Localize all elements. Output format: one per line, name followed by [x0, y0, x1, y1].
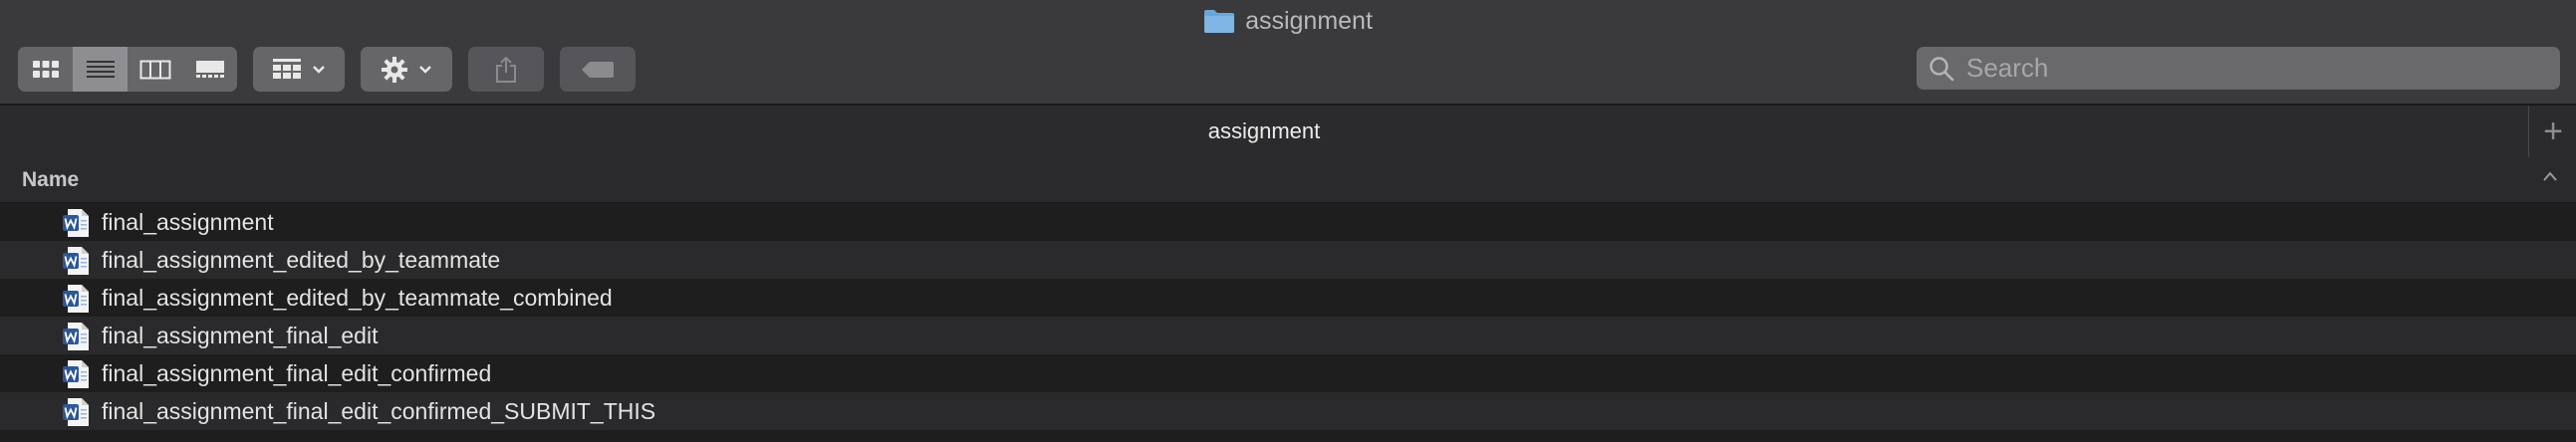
- column-view-icon: [139, 60, 170, 79]
- window-title: assignment: [0, 4, 2576, 38]
- group-by-button[interactable]: [253, 47, 345, 92]
- action-button[interactable]: [361, 47, 452, 92]
- word-document-icon: [63, 398, 89, 426]
- file-name: final_assignment: [102, 208, 274, 235]
- tab-current-folder[interactable]: assignment: [0, 106, 2528, 157]
- column-view-button[interactable]: [128, 47, 182, 92]
- view-mode-segmented-control: [18, 47, 237, 92]
- search-icon: [1930, 56, 1954, 81]
- file-row[interactable]: final_assignment: [0, 203, 2576, 241]
- list-view-icon: [86, 60, 115, 78]
- list-empty-area: [0, 430, 2576, 442]
- gallery-view-icon: [195, 60, 224, 78]
- icon-view-icon: [32, 60, 59, 78]
- list-view-button[interactable]: [73, 47, 128, 92]
- group-by-icon: [273, 58, 301, 79]
- word-document-icon: [63, 323, 89, 350]
- window-title-text: assignment: [1245, 6, 1373, 35]
- icon-view-button[interactable]: [18, 47, 73, 92]
- search-field[interactable]: [1917, 47, 2560, 90]
- word-document-icon: [63, 209, 89, 237]
- file-list: final_assignment final_assignment_edited…: [0, 203, 2576, 430]
- word-document-icon: [63, 360, 89, 388]
- tag-button[interactable]: [560, 47, 636, 92]
- share-button[interactable]: [468, 47, 544, 92]
- chevron-down-icon: [313, 65, 325, 74]
- file-row[interactable]: final_assignment_edited_by_teammate: [0, 241, 2576, 279]
- file-row[interactable]: final_assignment_final_edit_confirmed: [0, 354, 2576, 392]
- tag-icon: [582, 61, 614, 78]
- sort-ascending-icon[interactable]: [2542, 170, 2558, 182]
- name-column-header[interactable]: Name: [22, 157, 79, 202]
- gallery-view-button[interactable]: [182, 47, 237, 92]
- tab-bar: assignment +: [0, 105, 2576, 158]
- file-name: final_assignment_edited_by_teammate_comb…: [102, 284, 613, 311]
- file-row[interactable]: final_assignment_final_edit_confirmed_SU…: [0, 392, 2576, 430]
- folder-icon: [1204, 10, 1235, 33]
- tab-divider: [2528, 106, 2529, 157]
- file-row[interactable]: final_assignment_edited_by_teammate_comb…: [0, 279, 2576, 317]
- title-bar: assignment: [0, 0, 2576, 104]
- word-document-icon: [63, 247, 89, 275]
- word-document-icon: [63, 285, 89, 313]
- file-name: final_assignment_final_edit_confirmed_SU…: [102, 397, 656, 424]
- share-icon: [496, 56, 516, 83]
- list-column-header: Name: [0, 157, 2576, 203]
- file-name: final_assignment_final_edit_confirmed: [102, 359, 492, 386]
- chevron-down-icon: [419, 65, 431, 74]
- gear-icon: [382, 56, 407, 83]
- file-name: final_assignment_edited_by_teammate: [102, 246, 501, 273]
- search-input[interactable]: [1964, 52, 2546, 85]
- file-row[interactable]: final_assignment_final_edit: [0, 317, 2576, 354]
- add-tab-button[interactable]: +: [2530, 106, 2576, 157]
- file-name: final_assignment_final_edit: [102, 322, 379, 348]
